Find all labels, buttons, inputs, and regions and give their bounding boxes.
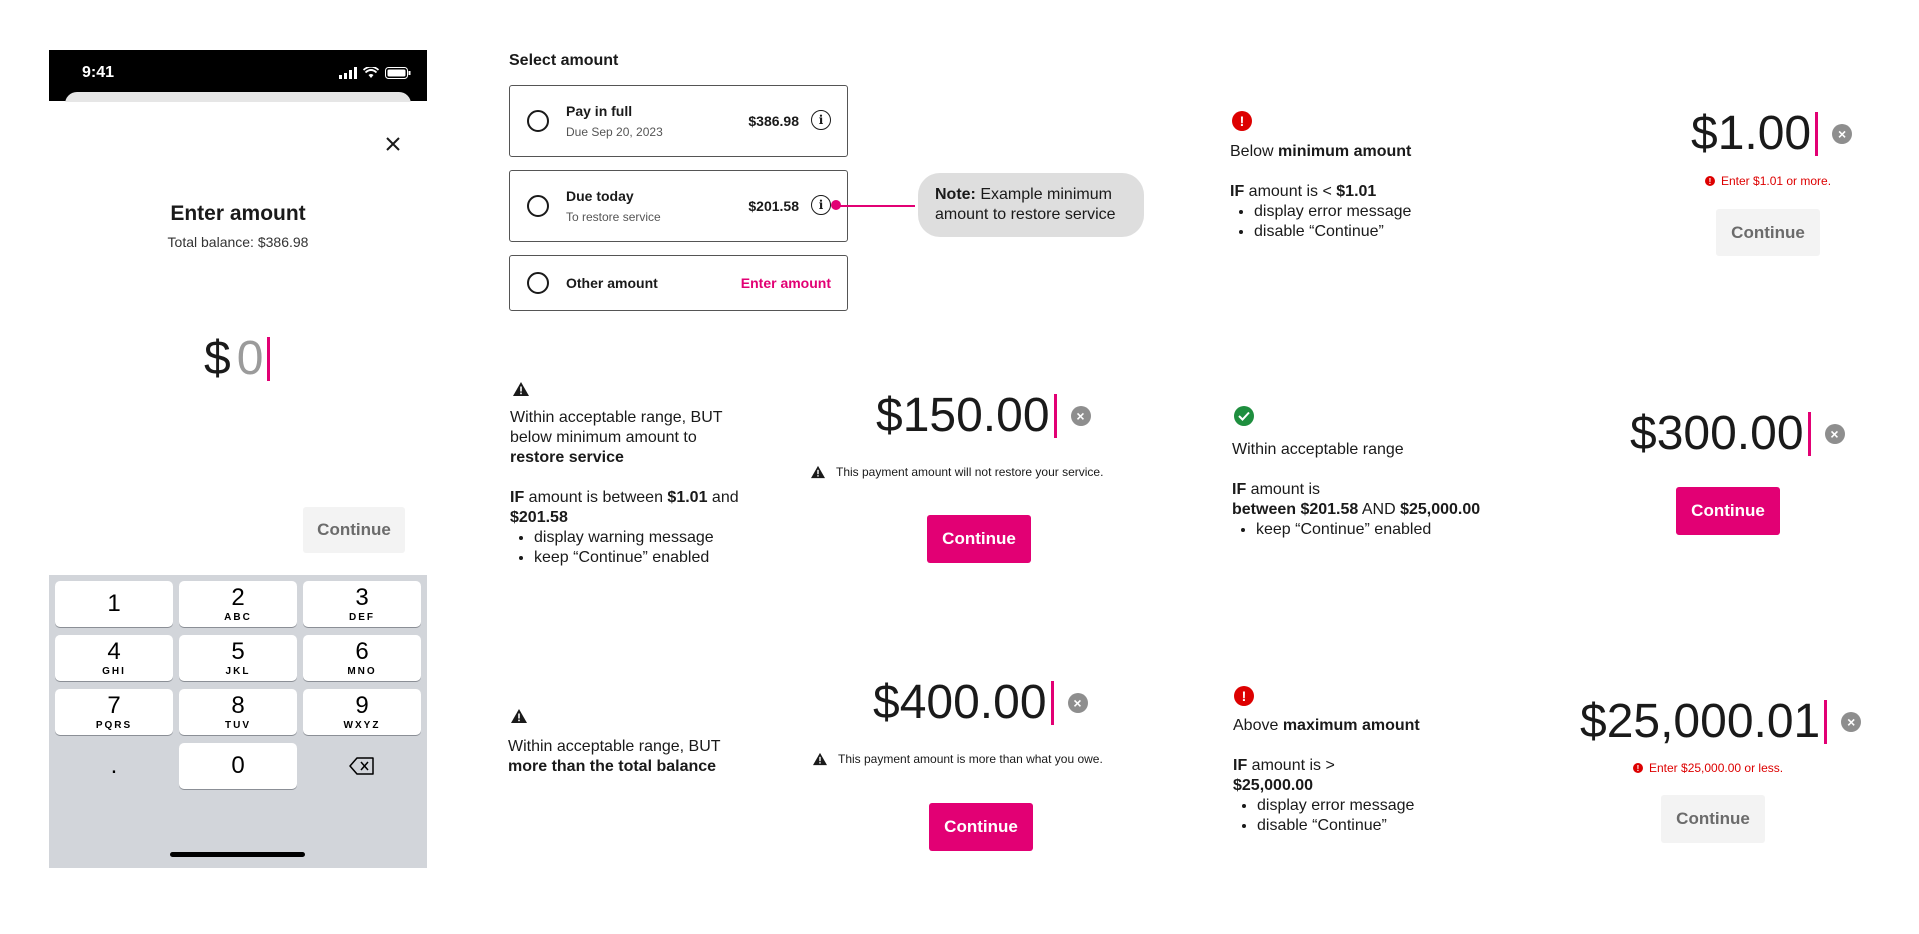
option-due-today[interactable]: Due today To restore service $201.58 i (509, 170, 848, 242)
option-label: Due today (566, 188, 634, 204)
backspace-key[interactable] (303, 743, 421, 789)
option-amount: $201.58 (748, 198, 799, 214)
clear-icon[interactable]: × (1070, 405, 1091, 426)
page-title: Enter amount (170, 202, 306, 225)
key-2[interactable]: 2 ABC (179, 581, 297, 627)
option-label: Pay in full (566, 103, 633, 119)
continue-button[interactable]: Continue (929, 803, 1033, 851)
key-9[interactable]: 9 WXYZ (303, 689, 421, 735)
option-label: Other amount (566, 275, 658, 291)
warning-icon (511, 709, 527, 723)
amount-placeholder: 0 (236, 332, 264, 385)
note-connector (837, 205, 915, 207)
warning-icon (811, 465, 825, 479)
clear-icon[interactable]: × (1824, 423, 1845, 444)
numeric-keypad: 1 2 ABC 3 DEF 4 GHI 5 JKL 6 MNO 7 PQRS 8 TUV 9W… (49, 575, 427, 868)
demo-amount-input[interactable]: $1.00 × (1691, 106, 1853, 161)
warning-message: This payment amount will not restore you… (810, 465, 1103, 479)
phone-mockup: 9:41 Enter amount Total balance: $386.98 (49, 50, 427, 868)
option-other-amount[interactable]: Other amount Enter amount (509, 255, 848, 311)
radio-button[interactable] (527, 110, 549, 132)
text-cursor (267, 336, 271, 381)
rule-bullet: keep “Continue” enabled (1256, 520, 1532, 540)
demo-amount-input[interactable]: $400.00 × (873, 675, 1088, 730)
continue-button-disabled[interactable]: Continue (1661, 795, 1765, 843)
rule-bullet: display error message (1254, 202, 1490, 222)
amount-input[interactable]: $ 0 (204, 331, 271, 386)
key-1[interactable]: 1 (55, 581, 173, 627)
radio-button[interactable] (527, 272, 549, 294)
rule-over-balance: Within acceptable range, BUT more than t… (508, 738, 721, 775)
rule-bullet: keep “Continue” enabled (534, 548, 750, 568)
continue-button[interactable]: Continue (927, 515, 1031, 563)
demo-amount-input[interactable]: $150.00 × (876, 388, 1091, 443)
note-connector-dot (831, 200, 841, 210)
rule-bullet: display warning message (534, 528, 750, 548)
text-cursor (1807, 411, 1811, 456)
warning-icon (813, 752, 827, 766)
error-icon: ! (1705, 176, 1715, 186)
currency-symbol: $ (204, 332, 231, 385)
option-sub: Due Sep 20, 2023 (566, 125, 663, 139)
key-6[interactable]: 6 MNO (303, 635, 421, 681)
warning-message: This payment amount is more than what yo… (812, 752, 1103, 766)
backspace-icon (349, 757, 374, 775)
info-icon[interactable]: i (811, 110, 831, 130)
rule-below-restore: Within acceptable range, BUT below minim… (510, 408, 750, 568)
text-cursor (1824, 699, 1828, 744)
rule-acceptable: Within acceptable range IF amount is bet… (1232, 440, 1532, 540)
key-4[interactable]: 4 GHI (55, 635, 173, 681)
clear-icon[interactable]: × (1067, 692, 1088, 713)
key-decimal[interactable]: . (55, 743, 173, 789)
error-icon: ! (1234, 686, 1254, 706)
demo-amount-input[interactable]: $25,000.01 × (1580, 694, 1862, 749)
continue-button[interactable]: Continue (303, 507, 405, 553)
rule-bullet: display error message (1257, 796, 1493, 816)
home-indicator (170, 852, 305, 857)
continue-button-disabled[interactable]: Continue (1716, 209, 1820, 256)
rule-bullet: disable “Continue” (1257, 816, 1493, 836)
text-cursor (1050, 680, 1054, 725)
status-icons (339, 67, 411, 79)
rule-above-maximum: Above maximum amount IF amount is > $25,… (1233, 716, 1493, 836)
status-time: 9:41 (82, 64, 115, 81)
note-callout: Note: Example minimum amount to restore … (918, 173, 1144, 237)
text-cursor (1053, 393, 1057, 438)
continue-button[interactable]: Continue (1676, 487, 1780, 535)
select-amount-title: Select amount (509, 52, 619, 69)
battery-icon (385, 67, 411, 79)
error-icon: ! (1633, 763, 1643, 773)
key-7[interactable]: 7 PQRS (55, 689, 173, 735)
error-icon: ! (1232, 111, 1252, 131)
demo-amount-input[interactable]: $300.00 × (1630, 406, 1845, 461)
close-button[interactable] (379, 130, 407, 158)
key-0[interactable]: 0 (179, 743, 297, 789)
key-3[interactable]: 3 DEF (303, 581, 421, 627)
clear-icon[interactable]: × (1832, 123, 1853, 144)
option-amount: $386.98 (748, 113, 799, 129)
wifi-icon (363, 67, 379, 78)
key-8[interactable]: 8 TUV (179, 689, 297, 735)
info-icon[interactable]: i (811, 195, 831, 215)
clear-icon[interactable]: × (1841, 711, 1862, 732)
error-message: ! Enter $25,000.00 or less. (1633, 761, 1783, 775)
radio-button[interactable] (527, 195, 549, 217)
error-message: ! Enter $1.01 or more. (1705, 174, 1831, 188)
signal-icon (339, 67, 357, 79)
warning-icon (513, 382, 529, 396)
rule-below-minimum: Below minimum amount IF amount is < $1.0… (1230, 142, 1490, 242)
check-icon (1234, 406, 1254, 426)
total-balance: Total balance: $386.98 (167, 234, 309, 250)
key-5[interactable]: 5 JKL (179, 635, 297, 681)
rule-bullet: disable “Continue” (1254, 222, 1490, 242)
text-cursor (1815, 111, 1819, 156)
enter-amount-link[interactable]: Enter amount (741, 275, 831, 291)
option-sub: To restore service (566, 210, 661, 224)
close-icon (386, 137, 400, 151)
option-pay-in-full[interactable]: Pay in full Due Sep 20, 2023 $386.98 i (509, 85, 848, 157)
